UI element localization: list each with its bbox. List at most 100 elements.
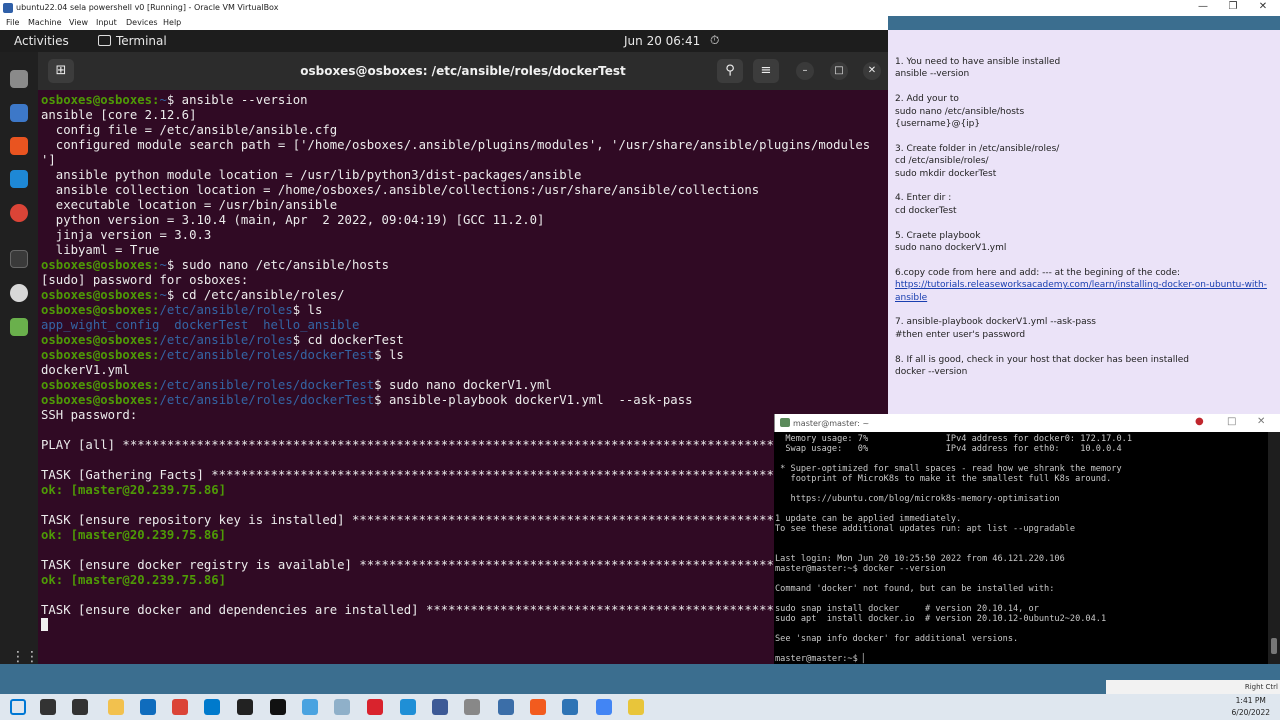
terminal-text: $ cd dockerTest — [292, 333, 404, 347]
note-line: sudo mkdir dockerTest — [895, 168, 997, 179]
clock[interactable]: Jun 20 06:41 — [624, 34, 700, 48]
opera-icon[interactable] — [367, 699, 383, 715]
tutorial-link[interactable]: https://tutorials.releaseworksacademy.co… — [895, 280, 1267, 302]
note-line: 6.copy code from here and add: --- at th… — [895, 267, 1181, 278]
ssh-line: https://ubuntu.com/blog/microk8s-memory-… — [775, 494, 1060, 504]
vscode-icon[interactable] — [10, 170, 28, 188]
software-icon[interactable] — [10, 137, 28, 155]
minimize-icon[interactable]: — — [1190, 1, 1216, 15]
terminal-text: $ ansible --version — [166, 93, 308, 107]
menu-devices[interactable]: Devices — [126, 18, 158, 27]
terminal-icon[interactable] — [270, 699, 286, 715]
menu-view[interactable]: View — [69, 18, 88, 27]
search-icon[interactable]: ⚲ — [717, 59, 743, 83]
ubuntu-topbar: Activities Terminal Jun 20 06:41 ⏱ — [0, 30, 888, 52]
note-step: 3. Create folder in /etc/ansible/roles/c… — [895, 143, 1280, 180]
terminal-text: config file = /etc/ansible/ansible.cfg — [41, 123, 338, 137]
maximize-icon[interactable]: □ — [830, 62, 848, 80]
terminal-line: ok: [master@20.239.75.86] — [41, 528, 870, 543]
chrome-icon[interactable] — [10, 204, 28, 222]
ssh-line — [775, 484, 1132, 494]
network-icon[interactable] — [498, 699, 514, 715]
menu-machine[interactable]: Machine — [28, 18, 62, 27]
close-icon[interactable]: ✕ — [863, 62, 881, 80]
mail-icon[interactable] — [140, 699, 156, 715]
activities-button[interactable]: Activities — [14, 34, 69, 48]
ssh-window-titlebar: master@master: ~ ● □ ✕ — [774, 414, 1280, 432]
terminal-line: osboxes@osboxes:~$ ansible --version — [41, 93, 870, 108]
scroll-thumb[interactable] — [1271, 638, 1277, 654]
vbox-status-bar: Right Ctrl — [1106, 680, 1280, 694]
terminal-text: ~ — [159, 288, 167, 302]
restore-icon[interactable]: ❐ — [1220, 1, 1246, 15]
terminal-output: osboxes@osboxes:~$ ansible --version ansi… — [41, 93, 870, 633]
vscode-icon[interactable] — [204, 699, 220, 715]
box-icon[interactable] — [464, 699, 480, 715]
hamburger-menu-icon[interactable]: ≡ — [753, 59, 779, 83]
host-key-label: Right Ctrl — [1244, 683, 1278, 691]
close-icon[interactable]: ✕ — [1257, 416, 1265, 427]
file-explorer-icon[interactable] — [108, 699, 124, 715]
sticky-icon[interactable] — [628, 699, 644, 715]
azure-icon[interactable] — [302, 699, 318, 715]
obs-icon[interactable] — [237, 699, 253, 715]
tray-time: 1:41 PM — [1235, 696, 1266, 705]
disc-icon[interactable] — [10, 284, 28, 302]
alarm-icon: ⏱ — [710, 33, 720, 47]
terminal-line: osboxes@osboxes:/etc/ansible/roles/docke… — [41, 393, 870, 408]
ssh-line — [775, 644, 1132, 654]
menu-help[interactable]: Help — [163, 18, 181, 27]
terminal-text: app_wight_config dockerTest hello_ansibl… — [41, 318, 360, 332]
terminal-line: app_wight_config dockerTest hello_ansibl… — [41, 318, 870, 333]
ssh-terminal-body[interactable]: Memory usage: 7% IPv4 address for docker… — [774, 432, 1268, 664]
search-icon[interactable] — [40, 699, 56, 715]
menu-file[interactable]: File — [6, 18, 19, 27]
terminal-line: ansible python module location = /usr/li… — [41, 168, 870, 183]
system-tray-clock[interactable]: 1:41 PM 6/20/2022 — [1232, 695, 1270, 719]
note-line: #then enter user's password — [895, 329, 1026, 340]
terminal-text: /etc/ansible/roles/dockerTest — [159, 348, 375, 362]
task-view-icon[interactable] — [72, 699, 88, 715]
terminal-icon — [98, 35, 111, 46]
close-icon[interactable]: ✕ — [1250, 1, 1276, 15]
terminal-text: TASK [ensure repository key is installed… — [41, 513, 863, 527]
terminal-icon[interactable] — [10, 250, 28, 268]
terminal-text: osboxes@osboxes: — [41, 378, 160, 392]
terminal-line: ansible collection location = /home/osbo… — [41, 183, 870, 198]
terminal-text: TASK [ensure docker and dependencies are… — [41, 603, 863, 617]
terminal-text: /etc/ansible/roles/dockerTest — [159, 393, 375, 407]
windows-icon[interactable] — [10, 699, 26, 715]
edge-icon[interactable] — [400, 699, 416, 715]
ssh-output: Memory usage: 7% IPv4 address for docker… — [775, 434, 1132, 664]
dock: ⋮⋮⋮ — [0, 52, 53, 664]
terminal-line: PLAY [all] *****************************… — [41, 438, 870, 453]
writer-icon[interactable] — [10, 104, 28, 122]
sourcetree-icon[interactable] — [562, 699, 578, 715]
chrome-icon[interactable] — [172, 699, 188, 715]
note-link-line: https://tutorials.releaseworksacademy.co… — [895, 279, 1280, 304]
vbox-title: ubuntu22.04 sela powershell v0 [Running]… — [16, 3, 279, 12]
notepad-icon[interactable] — [334, 699, 350, 715]
terminal-line: TASK [ensure repository key is installed… — [41, 513, 870, 528]
terminal-line: SSH password: — [41, 408, 870, 423]
app-menu-terminal[interactable]: Terminal — [116, 34, 167, 48]
note-step: 2. Add your to sudo nano /etc/ansible/hos… — [895, 93, 1280, 130]
maximize-icon[interactable]: □ — [1227, 416, 1236, 427]
ssh-line: Last login: Mon Jun 20 10:25:50 2022 fro… — [775, 554, 1065, 564]
terminal-body[interactable]: osboxes@osboxes:~$ ansible --version ansi… — [38, 90, 888, 664]
ssh-scrollbar[interactable] — [1268, 432, 1280, 664]
terminal-text: $ sudo nano dockerV1.yml — [374, 378, 552, 392]
note-line: sudo nano dockerV1.yml — [895, 243, 1007, 254]
virtualbox-icon[interactable] — [432, 699, 448, 715]
note-line: docker --version — [895, 367, 968, 378]
brave-icon[interactable] — [530, 699, 546, 715]
pin-icon[interactable]: ● — [1195, 416, 1204, 427]
menu-input[interactable]: Input — [96, 18, 117, 27]
trash-icon[interactable] — [10, 318, 28, 336]
terminal-text: '] — [41, 153, 56, 167]
minimize-icon[interactable]: – — [796, 62, 814, 80]
files-icon[interactable] — [10, 70, 28, 88]
chrome-alt-icon[interactable] — [596, 699, 612, 715]
